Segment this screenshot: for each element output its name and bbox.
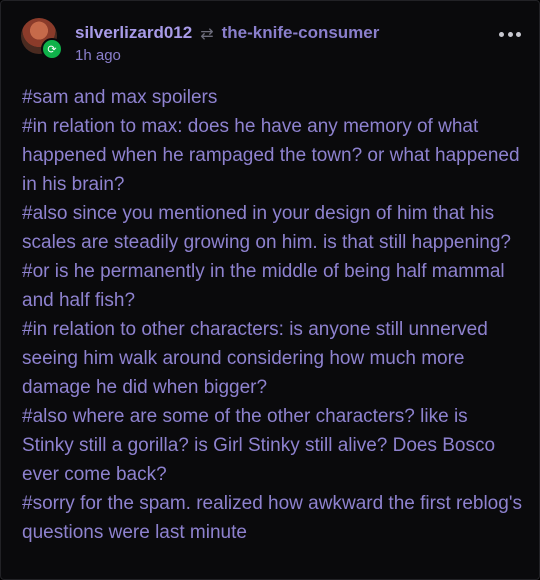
tag-link[interactable]: #in relation to other characters: is any… xyxy=(22,319,488,398)
tag-list: #sam and max spoilers #in relation to ma… xyxy=(22,83,522,547)
post-card: ⟳ silverlizard012 ⇄ the-knife-consumer 1… xyxy=(0,0,540,580)
avatar-container[interactable]: ⟳ xyxy=(21,18,63,60)
tag-link[interactable]: #sorry for the spam. realized how awkwar… xyxy=(22,493,522,543)
post-attribution: silverlizard012 ⇄ the-knife-consumer xyxy=(75,22,379,44)
post-timestamp[interactable]: 1h ago xyxy=(75,47,121,64)
reblog-badge-icon: ⟳ xyxy=(41,38,63,60)
tag-link[interactable]: #in relation to max: does he have any me… xyxy=(22,116,520,195)
post-header: ⟳ silverlizard012 ⇄ the-knife-consumer 1… xyxy=(1,1,540,77)
tag-link[interactable]: #also since you mentioned in your design… xyxy=(22,203,511,253)
reblog-icon: ⇄ xyxy=(200,23,214,43)
tag-link[interactable]: #also where are some of the other charac… xyxy=(22,406,495,485)
username-link[interactable]: silverlizard012 xyxy=(75,23,192,43)
more-dot xyxy=(499,31,504,37)
reblogged-from-link[interactable]: the-knife-consumer xyxy=(222,23,380,43)
tag-link[interactable]: #sam and max spoilers xyxy=(22,87,217,108)
more-dot xyxy=(507,31,513,37)
tag-link[interactable]: #or is he permanently in the middle of b… xyxy=(22,261,505,311)
more-options-icon[interactable] xyxy=(499,27,521,41)
more-dot xyxy=(516,31,521,37)
